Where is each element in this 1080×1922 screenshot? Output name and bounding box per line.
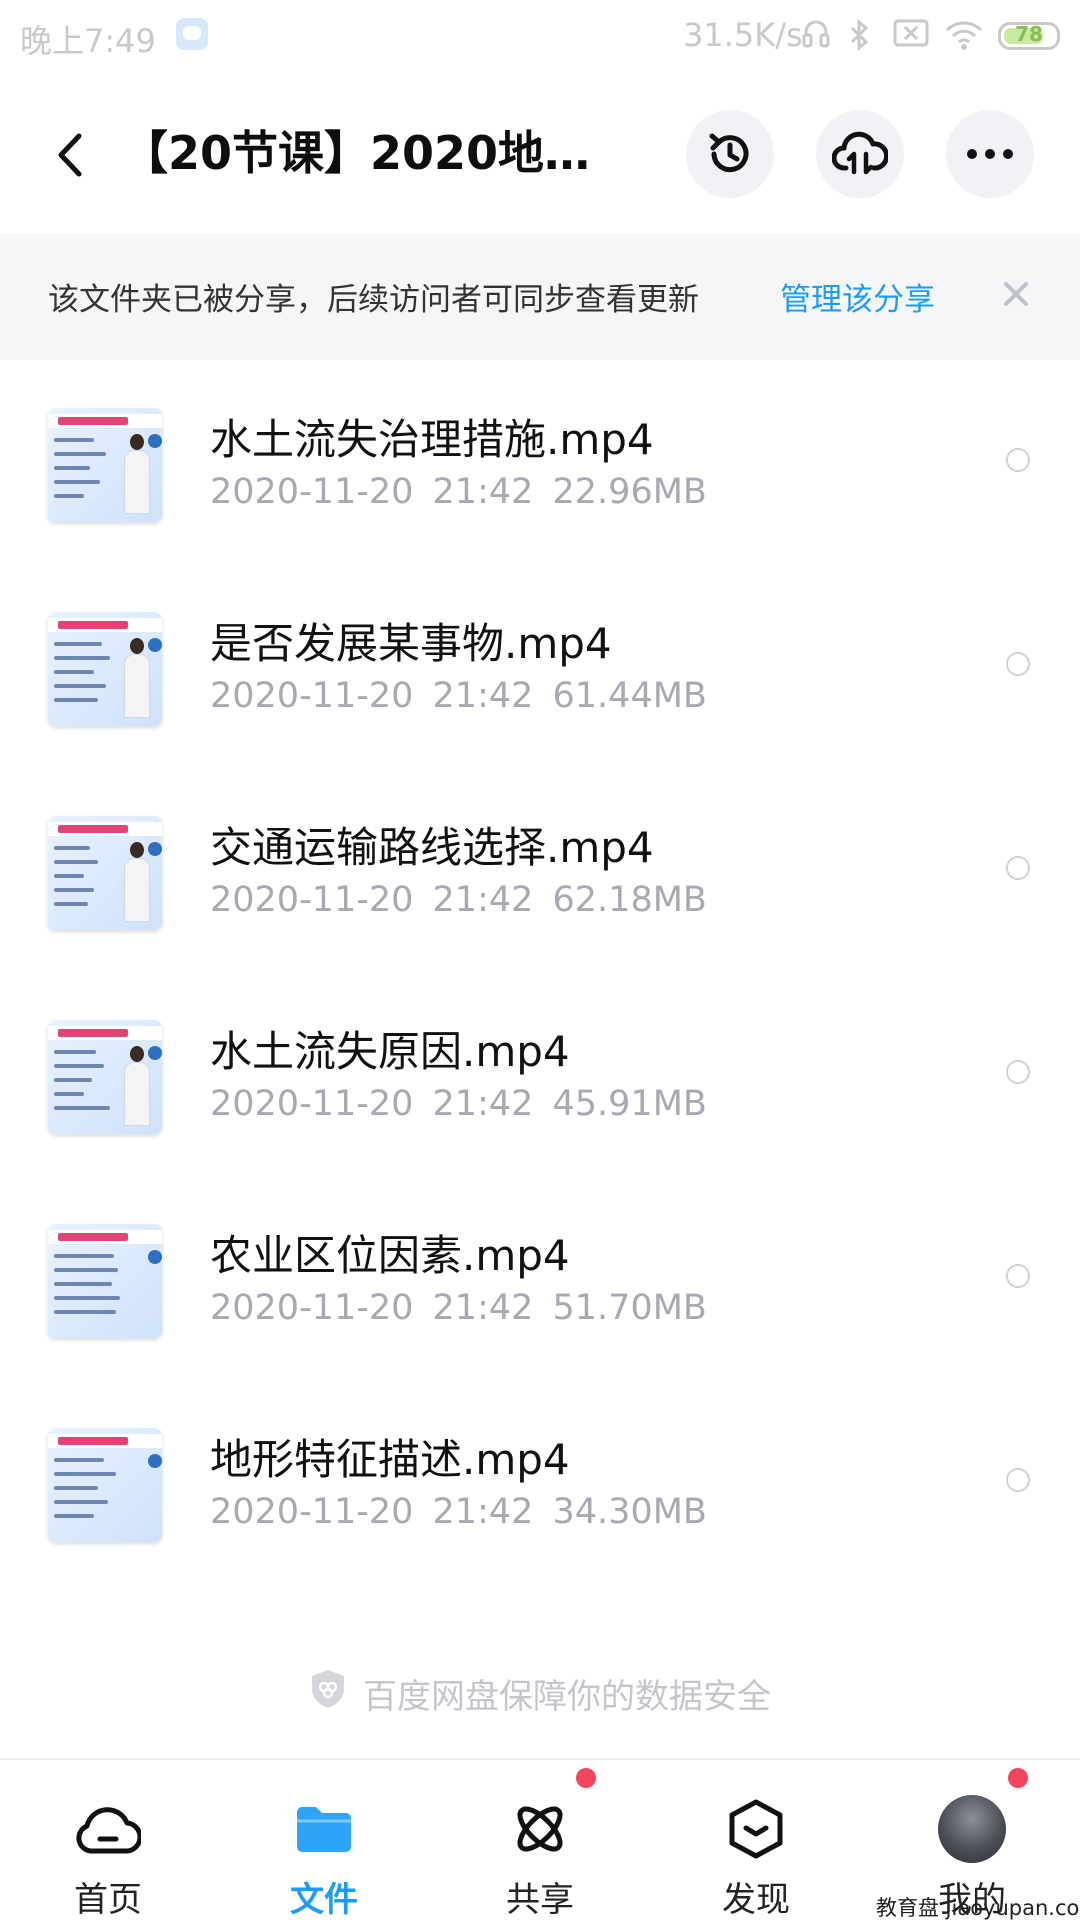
video-thumbnail [48, 1020, 162, 1134]
share-banner: 该文件夹已被分享，后续访问者可同步查看更新 管理该分享 [0, 234, 1080, 360]
share-banner-text: 该文件夹已被分享，后续访问者可同步查看更新 [48, 282, 699, 318]
select-radio[interactable] [1006, 1264, 1030, 1288]
video-thumbnail [48, 1428, 162, 1542]
file-list: 水土流失治理措施.mp4 2020-11-20 21:42 22.96MB 是否… [0, 360, 1080, 1584]
file-row[interactable]: 地形特征描述.mp4 2020-11-20 21:42 34.30MB [0, 1380, 1080, 1584]
security-note: 百度网盘保障你的数据安全 [0, 1668, 1080, 1719]
back-button[interactable] [40, 118, 100, 192]
nav-share[interactable]: 共享 [432, 1760, 648, 1922]
more-button[interactable] [946, 110, 1034, 198]
file-meta: 2020-11-20 21:42 61.44MB [210, 676, 707, 716]
watermark: 教育盘 jiaoyupan.com [876, 1896, 1080, 1920]
more-icon [967, 149, 1013, 159]
file-name: 地形特征描述.mp4 [210, 1435, 570, 1484]
status-bar: 晚上7:49 31.5K/s 78 [0, 0, 1080, 76]
header: 【20节课】2020地理... [0, 76, 1080, 234]
shield-icon [309, 1668, 347, 1719]
nav-files-label: 文件 [290, 1880, 358, 1920]
net-speed: 31.5K/s [683, 16, 803, 54]
file-row[interactable]: 水土流失治理措施.mp4 2020-11-20 21:42 22.96MB [0, 360, 1080, 564]
wifi-icon [944, 18, 984, 54]
select-radio[interactable] [1006, 1060, 1030, 1084]
select-radio[interactable] [1006, 652, 1030, 676]
folder-icon [289, 1794, 359, 1864]
file-row[interactable]: 农业区位因素.mp4 2020-11-20 21:42 51.70MB [0, 1176, 1080, 1380]
file-name: 是否发展某事物.mp4 [210, 619, 612, 668]
file-meta: 2020-11-20 21:42 45.91MB [210, 1084, 707, 1124]
cloud-home-icon [73, 1794, 143, 1864]
video-thumbnail [48, 408, 162, 522]
file-name: 水土流失治理措施.mp4 [210, 415, 654, 464]
nav-discover[interactable]: 发现 [648, 1760, 864, 1922]
headset-icon [802, 18, 830, 54]
page-title: 【20节课】2020地理... [122, 126, 602, 180]
video-thumbnail [48, 816, 162, 930]
avatar [937, 1794, 1007, 1864]
battery-icon: 78 [998, 22, 1060, 50]
back-icon [58, 133, 82, 177]
file-name: 农业区位因素.mp4 [210, 1231, 570, 1280]
message-icon [176, 18, 208, 50]
cloud-sync-icon [832, 131, 888, 175]
manage-share-link[interactable]: 管理该分享 [780, 274, 935, 319]
nav-home-label: 首页 [74, 1880, 142, 1920]
file-meta: 2020-11-20 21:42 51.70MB [210, 1288, 707, 1328]
file-meta: 2020-11-20 21:42 34.30MB [210, 1492, 707, 1532]
status-time: 晚上7:49 [20, 22, 156, 60]
cloud-sync-button[interactable] [816, 110, 904, 198]
nav-home[interactable]: 首页 [0, 1760, 216, 1922]
history-button[interactable] [686, 110, 774, 198]
file-name: 交通运输路线选择.mp4 [210, 823, 654, 872]
select-radio[interactable] [1006, 448, 1030, 472]
discover-icon [721, 1794, 791, 1864]
file-meta: 2020-11-20 21:42 22.96MB [210, 472, 707, 512]
nav-files[interactable]: 文件 [216, 1760, 432, 1922]
select-radio[interactable] [1006, 1468, 1030, 1492]
history-icon [709, 133, 749, 173]
banner-close-button[interactable] [996, 274, 1036, 314]
video-thumbnail [48, 1224, 162, 1338]
security-note-text: 百度网盘保障你的数据安全 [363, 1677, 771, 1717]
file-row[interactable]: 是否发展某事物.mp4 2020-11-20 21:42 61.44MB [0, 564, 1080, 768]
nav-discover-label: 发现 [722, 1880, 790, 1920]
file-row[interactable]: 交通运输路线选择.mp4 2020-11-20 21:42 62.18MB [0, 768, 1080, 972]
bluetooth-icon [848, 18, 870, 54]
select-radio[interactable] [1006, 856, 1030, 880]
battery-level: 78 [1015, 22, 1043, 46]
video-thumbnail [48, 612, 162, 726]
close-icon [1004, 282, 1028, 306]
sim-off-icon [893, 18, 929, 54]
nav-share-label: 共享 [506, 1880, 574, 1920]
share-atom-icon [505, 1794, 575, 1864]
file-name: 水土流失原因.mp4 [210, 1027, 570, 1076]
me-badge [1008, 1768, 1028, 1788]
file-meta: 2020-11-20 21:42 62.18MB [210, 880, 707, 920]
share-badge [576, 1768, 596, 1788]
file-row[interactable]: 水土流失原因.mp4 2020-11-20 21:42 45.91MB [0, 972, 1080, 1176]
